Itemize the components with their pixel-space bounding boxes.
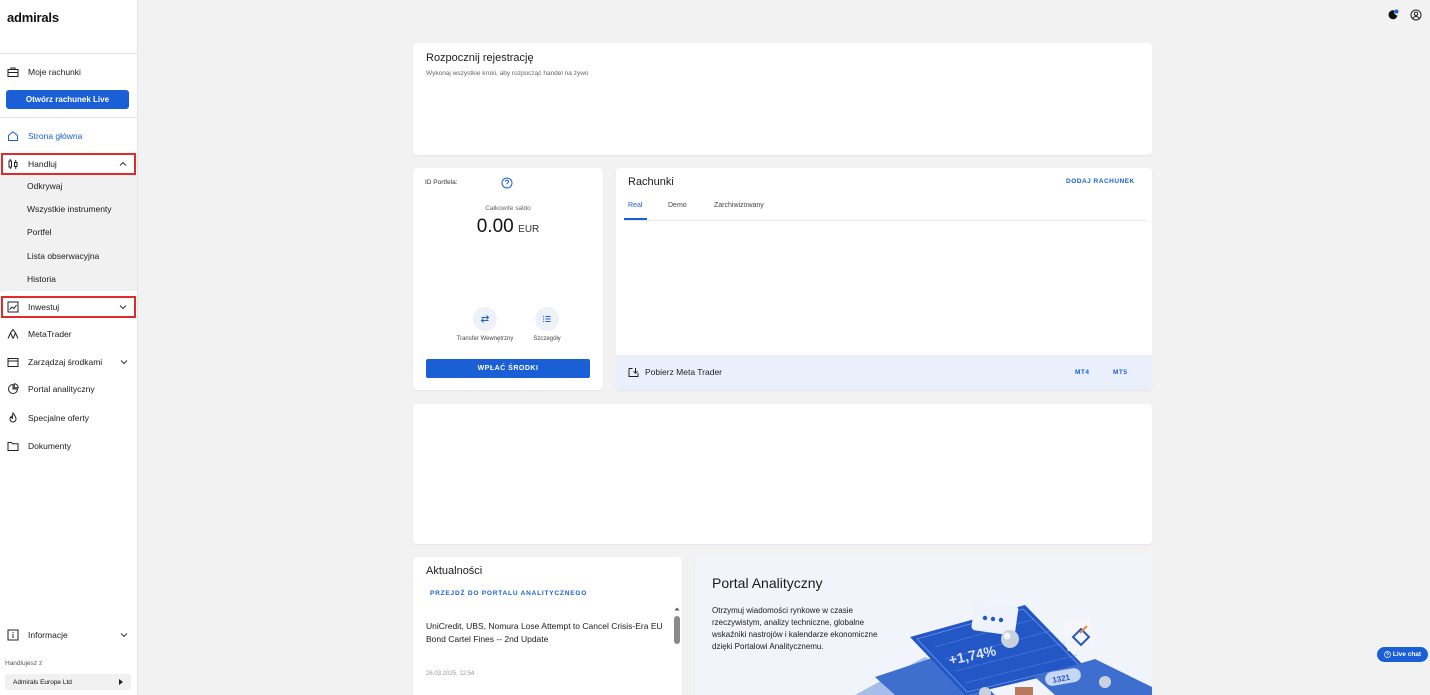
list-icon [543,315,551,323]
candlestick-icon [7,158,19,170]
registration-subtitle: Wykonaj wszystkie kroki, aby rozpocząć h… [426,70,589,77]
sidebar-item-trade[interactable]: Handluj [1,153,136,175]
add-account-button[interactable]: DODAJ RACHUNEK [1066,178,1135,185]
sidebar-item-my-accounts[interactable]: Moje rachunki [0,61,137,83]
sidebar-item-information[interactable]: Informacje [0,624,137,646]
submenu-item-watchlist[interactable]: Lista obserwacyjna [27,249,99,263]
sidebar-item-special-offers[interactable]: Specjalne oferty [0,407,137,429]
sidebar-item-label: Inwestuj [28,302,60,312]
live-chat-label: Live chat [1392,651,1422,658]
chevron-down-icon [120,633,128,638]
download-metatrader-bar: Pobierz Meta Trader MT4 MT5 [616,355,1152,390]
submenu-item-all-instruments[interactable]: Wszystkie instrumenty [27,202,112,216]
info-icon [7,629,19,641]
go-to-analytics-portal-link[interactable]: PRZEJDŹ DO PORTALU ANALITYCZNEGO [430,590,587,597]
sidebar: admirals Moje rachunki Otwórz rachunek L… [0,0,138,695]
scroll-up-arrow-icon[interactable] [674,606,680,612]
entity-selector[interactable]: Admirals Europe Ltd [5,674,131,690]
submenu-item-history[interactable]: Historia [27,272,56,286]
sidebar-item-label: Dokumenty [28,441,71,451]
news-title: Aktualności [426,565,483,577]
user-profile-icon[interactable] [1410,9,1422,21]
registration-card: Rozpocznij rejestrację Wykonaj wszystkie… [413,43,1152,155]
portfolio-id-label: ID Portfela: [425,179,458,186]
balance-value: 0.00 [476,216,514,237]
registration-title: Rozpocznij rejestrację [426,52,534,64]
news-headline[interactable]: UniCredit, UBS, Nomura Lose Attempt to C… [426,620,666,646]
folder-icon [7,440,19,452]
divider [0,53,137,54]
sidebar-item-invest[interactable]: Inwestuj [1,296,136,318]
help-icon[interactable] [501,177,513,189]
sidebar-item-analytics-portal[interactable]: Portal analityczny [0,378,137,400]
live-chat-button[interactable]: Live chat [1377,647,1428,662]
tab-archived[interactable]: Zarchiwizowany [714,202,764,209]
chevron-up-icon [119,161,127,166]
sidebar-item-label: Portal analityczny [28,384,95,394]
sidebar-item-label: MetaTrader [28,329,72,339]
arrow-right-icon [119,679,123,685]
download-metatrader-label: Pobierz Meta Trader [645,367,723,377]
internal-transfer-button[interactable] [473,307,497,331]
sidebar-item-label: Strona główna [28,131,83,141]
empty-card [413,404,1152,544]
open-live-account-button[interactable]: Otwórz rachunek Live [6,90,129,109]
sidebar-item-label: Moje rachunki [28,67,81,77]
sidebar-item-manage-funds[interactable]: Zarządzaj środkami [0,351,137,373]
sidebar-item-label: Zarządzaj środkami [28,357,103,367]
tab-real[interactable]: Real [628,202,642,209]
news-scrollbar-thumb[interactable] [674,616,680,644]
deposit-funds-button[interactable]: WPŁAĆ ŚRODKI [426,359,590,378]
balance-currency: EUR [518,224,540,235]
analytics-promo-card: Portal Analityczny Otrzymuj wiadomości r… [695,557,1152,695]
chart-line-icon [7,301,19,313]
briefcase-icon [7,66,19,78]
balance-display: 0.00 EUR [413,216,603,238]
trading-with-label: Handlujesz z [5,660,43,667]
tab-demo[interactable]: Demo [668,202,687,209]
active-tab-indicator [624,218,647,220]
sidebar-item-metatrader[interactable]: MetaTrader [0,323,137,345]
sidebar-item-label: Specjalne oferty [28,413,89,423]
sidebar-item-label: Informacje [28,630,68,640]
help-circle-icon [1384,651,1391,658]
divider [0,117,137,118]
download-icon [628,368,639,377]
transfer-icon [480,315,490,323]
admirals-logo[interactable]: admirals [7,10,59,25]
wallet-icon [7,356,19,368]
portfolio-card: ID Portfela: Całkowite saldo 0.00 EUR Tr… [413,168,603,390]
accounts-title: Rachunki [628,176,674,188]
accounts-card: Rachunki DODAJ RACHUNEK Real Demo Zarchi… [616,168,1152,390]
entity-name: Admirals Europe Ltd [13,678,72,686]
internal-transfer-label: Transfer Wewnętrzny [456,336,514,342]
sidebar-item-documents[interactable]: Dokumenty [0,435,137,457]
news-card: Aktualności PRZEJDŹ DO PORTALU ANALITYCZ… [413,557,682,695]
trade-submenu [0,175,137,291]
analytics-illustration: +1,74% 1321 [855,600,1152,695]
mt4-link[interactable]: MT4 [1075,369,1090,376]
sidebar-item-home[interactable]: Strona główna [0,125,137,147]
chevron-down-icon [119,305,127,310]
tabs-divider [624,220,1146,221]
submenu-item-portfolio[interactable]: Portfel [27,225,52,239]
pie-chart-icon [7,383,19,395]
home-icon [7,130,19,142]
sidebar-item-label: Handluj [28,159,57,169]
details-label: Szczegóły [533,336,561,342]
total-balance-label: Całkowite saldo [485,205,531,212]
metatrader-icon [7,328,19,340]
submenu-item-discover[interactable]: Odkrywaj [27,179,62,193]
details-button[interactable] [535,307,559,331]
news-date: 26.03.2025, 12:54 [426,671,475,677]
flame-icon [7,412,19,424]
analytics-promo-title: Portal Analityczny [712,575,823,591]
chevron-down-icon [120,360,128,365]
notification-icon[interactable] [1387,9,1399,21]
mt5-link[interactable]: MT5 [1113,369,1128,376]
